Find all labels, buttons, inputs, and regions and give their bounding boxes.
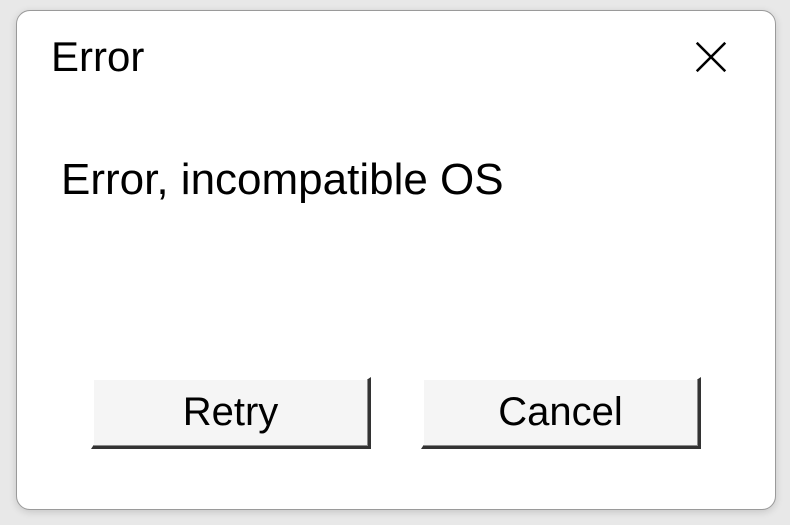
- error-message: Error, incompatible OS: [61, 155, 504, 206]
- close-icon: [692, 38, 730, 76]
- dialog-title: Error: [51, 33, 144, 81]
- retry-button[interactable]: Retry: [91, 377, 371, 449]
- button-row: Retry Cancel: [17, 377, 775, 509]
- cancel-button[interactable]: Cancel: [421, 377, 701, 449]
- error-dialog: Error Error, incompatible OS Retry Cance…: [16, 10, 776, 510]
- dialog-content: Error, incompatible OS: [17, 103, 775, 377]
- title-bar: Error: [17, 11, 775, 103]
- close-button[interactable]: [681, 27, 741, 87]
